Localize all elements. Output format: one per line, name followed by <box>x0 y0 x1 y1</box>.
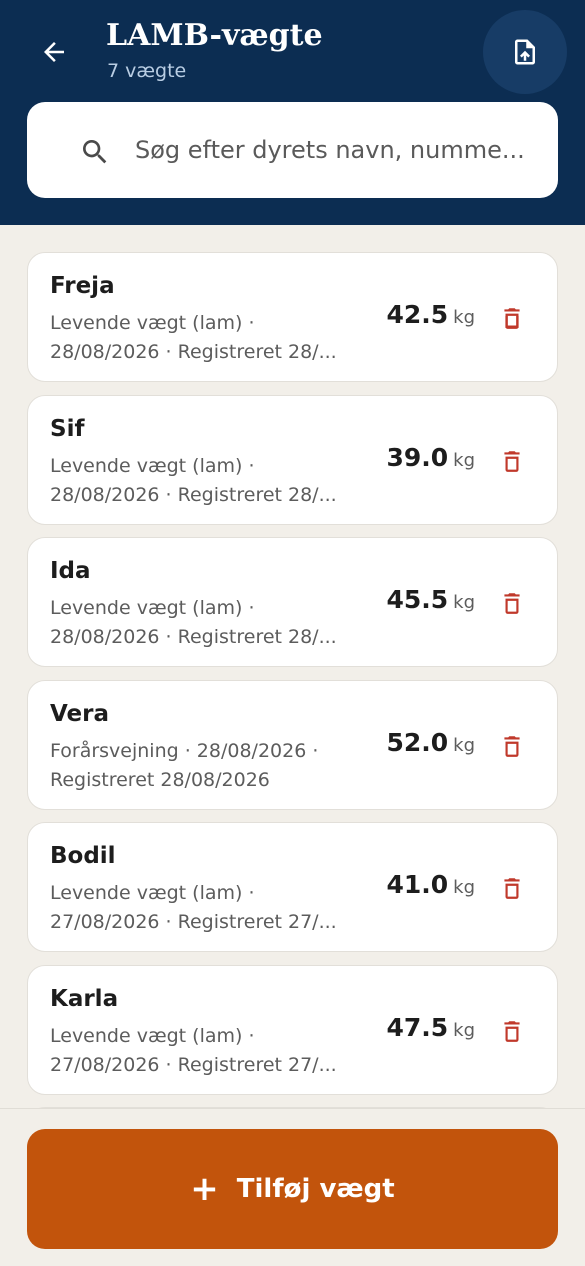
add-weight-button[interactable]: + Tilføj vægt <box>27 1129 558 1249</box>
file-upload-icon <box>515 39 535 65</box>
back-button[interactable] <box>30 28 78 76</box>
weight-value: 47.5 <box>386 1013 449 1042</box>
trash-icon <box>504 593 520 614</box>
delete-button[interactable] <box>494 1011 530 1051</box>
weight-card-karla[interactable]: Karla Levende vægt (lam) · 27/08/2026 · … <box>27 965 558 1095</box>
delete-button[interactable] <box>494 868 530 908</box>
weight-display: 52.0 kg <box>386 728 475 757</box>
delete-button[interactable] <box>494 441 530 481</box>
meta-line-date: 27/08/2026 · Registreret 27/... <box>50 911 337 933</box>
trash-icon <box>504 736 520 757</box>
weight-card-freja[interactable]: Freja Levende vægt (lam) · 28/08/2026 · … <box>27 252 558 382</box>
meta-line-type: Levende vægt (lam) · <box>50 312 255 334</box>
weight-meta: Levende vægt (lam) · 28/08/2026 · Regist… <box>50 452 380 510</box>
weight-meta: Levende vægt (lam) · 28/08/2026 · Regist… <box>50 594 380 652</box>
weight-value: 42.5 <box>386 300 449 329</box>
add-weight-label: Tilføj vægt <box>236 1174 395 1204</box>
meta-line-date: 28/08/2026 · Registreret 28/... <box>50 626 337 648</box>
plus-icon: + <box>190 1169 219 1209</box>
meta-line-date: Registreret 28/08/2026 <box>50 769 270 791</box>
weight-unit: kg <box>453 735 475 756</box>
weight-value: 45.5 <box>386 585 449 614</box>
animal-name: Karla <box>50 986 119 1012</box>
weight-display: 45.5 kg <box>386 585 475 614</box>
animal-name: Freja <box>50 273 115 299</box>
weight-unit: kg <box>453 592 475 613</box>
meta-line-type: Levende vægt (lam) · <box>50 1025 255 1047</box>
trash-icon <box>504 308 520 329</box>
search-icon <box>83 140 107 164</box>
weight-display: 39.0 kg <box>386 443 475 472</box>
delete-button[interactable] <box>494 726 530 766</box>
delete-button[interactable] <box>494 298 530 338</box>
weight-meta: Levende vægt (lam) · 27/08/2026 · Regist… <box>50 1022 380 1080</box>
trash-icon <box>504 1021 520 1042</box>
weight-card-sif[interactable]: Sif Levende vægt (lam) · 28/08/2026 · Re… <box>27 395 558 525</box>
weight-card-ida[interactable]: Ida Levende vægt (lam) · 28/08/2026 · Re… <box>27 537 558 667</box>
delete-button[interactable] <box>494 583 530 623</box>
weight-list: Freja Levende vægt (lam) · 28/08/2026 · … <box>0 225 585 1108</box>
weight-unit: kg <box>453 450 475 471</box>
meta-line-type: Levende vægt (lam) · <box>50 597 255 619</box>
weight-unit: kg <box>453 307 475 328</box>
meta-line-type: Levende vægt (lam) · <box>50 882 255 904</box>
arrow-left-icon <box>44 42 64 62</box>
search-input[interactable] <box>135 126 545 174</box>
animal-name: Ida <box>50 558 91 584</box>
weight-value: 52.0 <box>386 728 449 757</box>
bottom-bar: + Tilføj vægt <box>0 1108 585 1266</box>
weight-meta: Levende vægt (lam) · 28/08/2026 · Regist… <box>50 309 380 367</box>
weight-meta: Levende vægt (lam) · 27/08/2026 · Regist… <box>50 879 380 937</box>
meta-line-date: 28/08/2026 · Registreret 28/... <box>50 484 337 506</box>
weight-meta: Forårsvejning · 28/08/2026 · Registreret… <box>50 737 380 795</box>
weight-unit: kg <box>453 877 475 898</box>
animal-name: Bodil <box>50 843 116 869</box>
meta-line-date: 28/08/2026 · Registreret 28/... <box>50 341 337 363</box>
search-bar[interactable] <box>27 102 558 198</box>
page-title: LAMB-vægte <box>106 18 323 53</box>
trash-icon <box>504 451 520 472</box>
weight-card-vera[interactable]: Vera Forårsvejning · 28/08/2026 · Regist… <box>27 680 558 810</box>
weight-value: 41.0 <box>386 870 449 899</box>
weight-count: 7 vægte <box>107 60 187 82</box>
trash-icon <box>504 878 520 899</box>
weight-value: 39.0 <box>386 443 449 472</box>
meta-line-date: 27/08/2026 · Registreret 27/... <box>50 1054 337 1076</box>
weight-display: 47.5 kg <box>386 1013 475 1042</box>
weight-display: 41.0 kg <box>386 870 475 899</box>
meta-line-type: Levende vægt (lam) · <box>50 455 255 477</box>
animal-name: Sif <box>50 416 85 442</box>
app-header: LAMB-vægte 7 vægte <box>0 0 585 225</box>
animal-name: Vera <box>50 701 110 727</box>
weight-card-bodil[interactable]: Bodil Levende vægt (lam) · 27/08/2026 · … <box>27 822 558 952</box>
weight-display: 42.5 kg <box>386 300 475 329</box>
export-button[interactable] <box>483 10 567 94</box>
meta-line-type: Forårsvejning · 28/08/2026 · <box>50 740 319 762</box>
weight-unit: kg <box>453 1020 475 1041</box>
